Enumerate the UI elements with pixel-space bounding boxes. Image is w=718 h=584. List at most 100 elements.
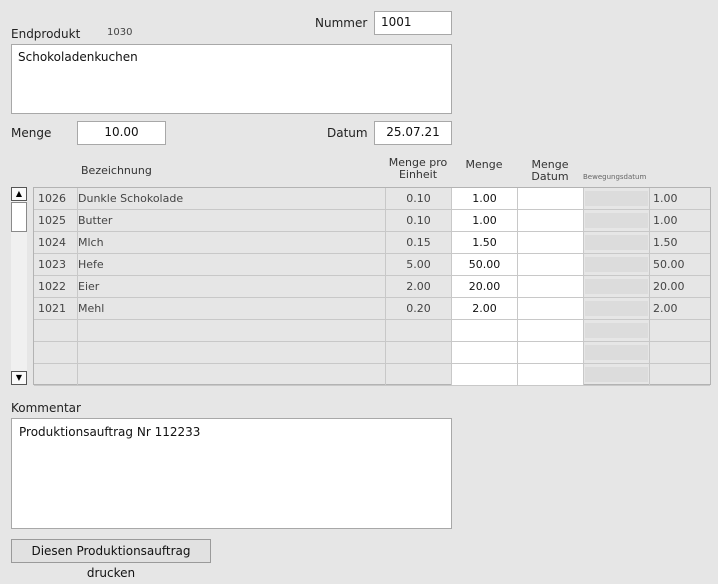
row-menge-pro-einheit-cell xyxy=(386,364,452,386)
menge-field[interactable]: 10.00 xyxy=(77,121,166,145)
row-name-cell: Mlch xyxy=(78,232,386,254)
row-menge-datum-input[interactable] xyxy=(518,210,584,232)
row-total-cell: 1.00 xyxy=(650,188,710,210)
col-header-menge-datum: Menge Datum xyxy=(531,158,569,183)
row-menge-datum-input[interactable] xyxy=(518,298,584,320)
row-menge-pro-einheit-cell: 0.10 xyxy=(386,210,452,232)
bewegungsdatum-field xyxy=(585,345,648,360)
row-name-cell: Dunkle Schokolade xyxy=(78,188,386,210)
row-name-cell: Mehl xyxy=(78,298,386,320)
row-menge-input[interactable] xyxy=(452,364,518,386)
row-id-cell: 1022 xyxy=(34,276,78,298)
row-menge-pro-einheit-cell: 0.15 xyxy=(386,232,452,254)
row-total-cell: 20.00 xyxy=(650,276,710,298)
row-name-cell: Eier xyxy=(78,276,386,298)
datum-field[interactable]: 25.07.21 xyxy=(374,121,452,145)
bewegungsdatum-field xyxy=(585,367,648,382)
col-header-bezeichnung: Bezeichnung xyxy=(81,164,152,177)
endprodukt-label: Endprodukt xyxy=(11,27,81,41)
table-row[interactable]: 1021 Mehl 0.20 2.00 2.00 xyxy=(34,298,710,320)
row-menge-datum-input[interactable] xyxy=(518,320,584,342)
nummer-field[interactable]: 1001 xyxy=(374,11,452,35)
row-id-cell xyxy=(34,364,78,386)
row-menge-datum-input[interactable] xyxy=(518,342,584,364)
row-menge-pro-einheit-cell: 5.00 xyxy=(386,254,452,276)
table-row[interactable]: 1026 Dunkle Schokolade 0.10 1.00 1.00 xyxy=(34,188,710,210)
row-menge-datum-input[interactable] xyxy=(518,276,584,298)
row-menge-input[interactable]: 50.00 xyxy=(452,254,518,276)
row-bewegungsdatum-cell xyxy=(584,188,650,210)
product-name-field[interactable]: Schokoladenkuchen xyxy=(11,44,452,114)
row-bewegungsdatum-cell xyxy=(584,254,650,276)
row-name-cell: Hefe xyxy=(78,254,386,276)
row-menge-input[interactable] xyxy=(452,320,518,342)
row-menge-input[interactable]: 1.50 xyxy=(452,232,518,254)
row-name-cell xyxy=(78,320,386,342)
row-bewegungsdatum-cell xyxy=(584,298,650,320)
row-menge-pro-einheit-cell: 0.20 xyxy=(386,298,452,320)
col-header-menge-pro-einheit: Menge pro Einheit xyxy=(388,156,448,181)
row-bewegungsdatum-cell xyxy=(584,342,650,364)
nummer-label: Nummer xyxy=(315,16,368,30)
ingredients-grid: 1026 Dunkle Schokolade 0.10 1.00 1.00 1025 But… xyxy=(33,187,711,386)
row-id-cell: 1026 xyxy=(34,188,78,210)
scroll-down-arrow-icon[interactable]: ▼ xyxy=(11,371,27,385)
row-menge-pro-einheit-cell xyxy=(386,342,452,364)
row-name-cell: Butter xyxy=(78,210,386,232)
bewegungsdatum-field xyxy=(585,301,648,316)
bewegungsdatum-field xyxy=(585,213,648,228)
scroll-thumb[interactable] xyxy=(11,202,27,232)
bewegungsdatum-field xyxy=(585,279,648,294)
row-id-cell: 1021 xyxy=(34,298,78,320)
table-row[interactable] xyxy=(34,342,710,364)
row-menge-datum-input[interactable] xyxy=(518,364,584,386)
row-menge-input[interactable]: 1.00 xyxy=(452,188,518,210)
row-total-cell: 2.00 xyxy=(650,298,710,320)
row-bewegungsdatum-cell xyxy=(584,276,650,298)
table-row[interactable]: 1024 Mlch 0.15 1.50 1.50 xyxy=(34,232,710,254)
bewegungsdatum-field xyxy=(585,235,648,250)
row-total-cell: 1.50 xyxy=(650,232,710,254)
col-header-menge: Menge xyxy=(465,158,503,171)
datum-label: Datum xyxy=(327,126,368,140)
table-row[interactable]: 1023 Hefe 5.00 50.00 50.00 xyxy=(34,254,710,276)
row-bewegungsdatum-cell xyxy=(584,232,650,254)
row-bewegungsdatum-cell xyxy=(584,320,650,342)
row-total-cell xyxy=(650,320,710,342)
row-menge-input[interactable]: 1.00 xyxy=(452,210,518,232)
kommentar-field[interactable]: Produktionsauftrag Nr 112233 xyxy=(11,418,452,529)
print-order-button[interactable]: Diesen Produktionsauftrag drucken xyxy=(11,539,211,580)
scroll-up-arrow-icon[interactable]: ▲ xyxy=(11,187,27,201)
row-menge-input[interactable] xyxy=(452,342,518,364)
grid-scrollbar[interactable]: ▲ ▼ xyxy=(11,187,27,385)
row-menge-input[interactable]: 20.00 xyxy=(452,276,518,298)
row-name-cell xyxy=(78,342,386,364)
bewegungsdatum-field xyxy=(585,191,648,206)
row-id-cell: 1025 xyxy=(34,210,78,232)
row-menge-pro-einheit-cell: 2.00 xyxy=(386,276,452,298)
endprodukt-id: 1030 xyxy=(107,27,133,38)
table-row[interactable] xyxy=(34,364,710,386)
row-id-cell xyxy=(34,342,78,364)
row-name-cell xyxy=(78,364,386,386)
bewegungsdatum-field xyxy=(585,257,648,272)
row-id-cell: 1023 xyxy=(34,254,78,276)
row-menge-datum-input[interactable] xyxy=(518,232,584,254)
table-row[interactable]: 1022 Eier 2.00 20.00 20.00 xyxy=(34,276,710,298)
kommentar-label: Kommentar xyxy=(11,401,81,415)
row-total-cell: 50.00 xyxy=(650,254,710,276)
row-total-cell xyxy=(650,342,710,364)
row-menge-pro-einheit-cell xyxy=(386,320,452,342)
col-header-bewegungsdatum: Bewegungsdatum xyxy=(583,173,647,181)
bewegungsdatum-field xyxy=(585,323,648,338)
menge-label: Menge xyxy=(11,126,52,140)
row-menge-datum-input[interactable] xyxy=(518,254,584,276)
row-bewegungsdatum-cell xyxy=(584,210,650,232)
row-menge-input[interactable]: 2.00 xyxy=(452,298,518,320)
table-row[interactable]: 1025 Butter 0.10 1.00 1.00 xyxy=(34,210,710,232)
table-row[interactable] xyxy=(34,320,710,342)
row-total-cell xyxy=(650,364,710,386)
row-id-cell xyxy=(34,320,78,342)
row-bewegungsdatum-cell xyxy=(584,364,650,386)
row-menge-datum-input[interactable] xyxy=(518,188,584,210)
